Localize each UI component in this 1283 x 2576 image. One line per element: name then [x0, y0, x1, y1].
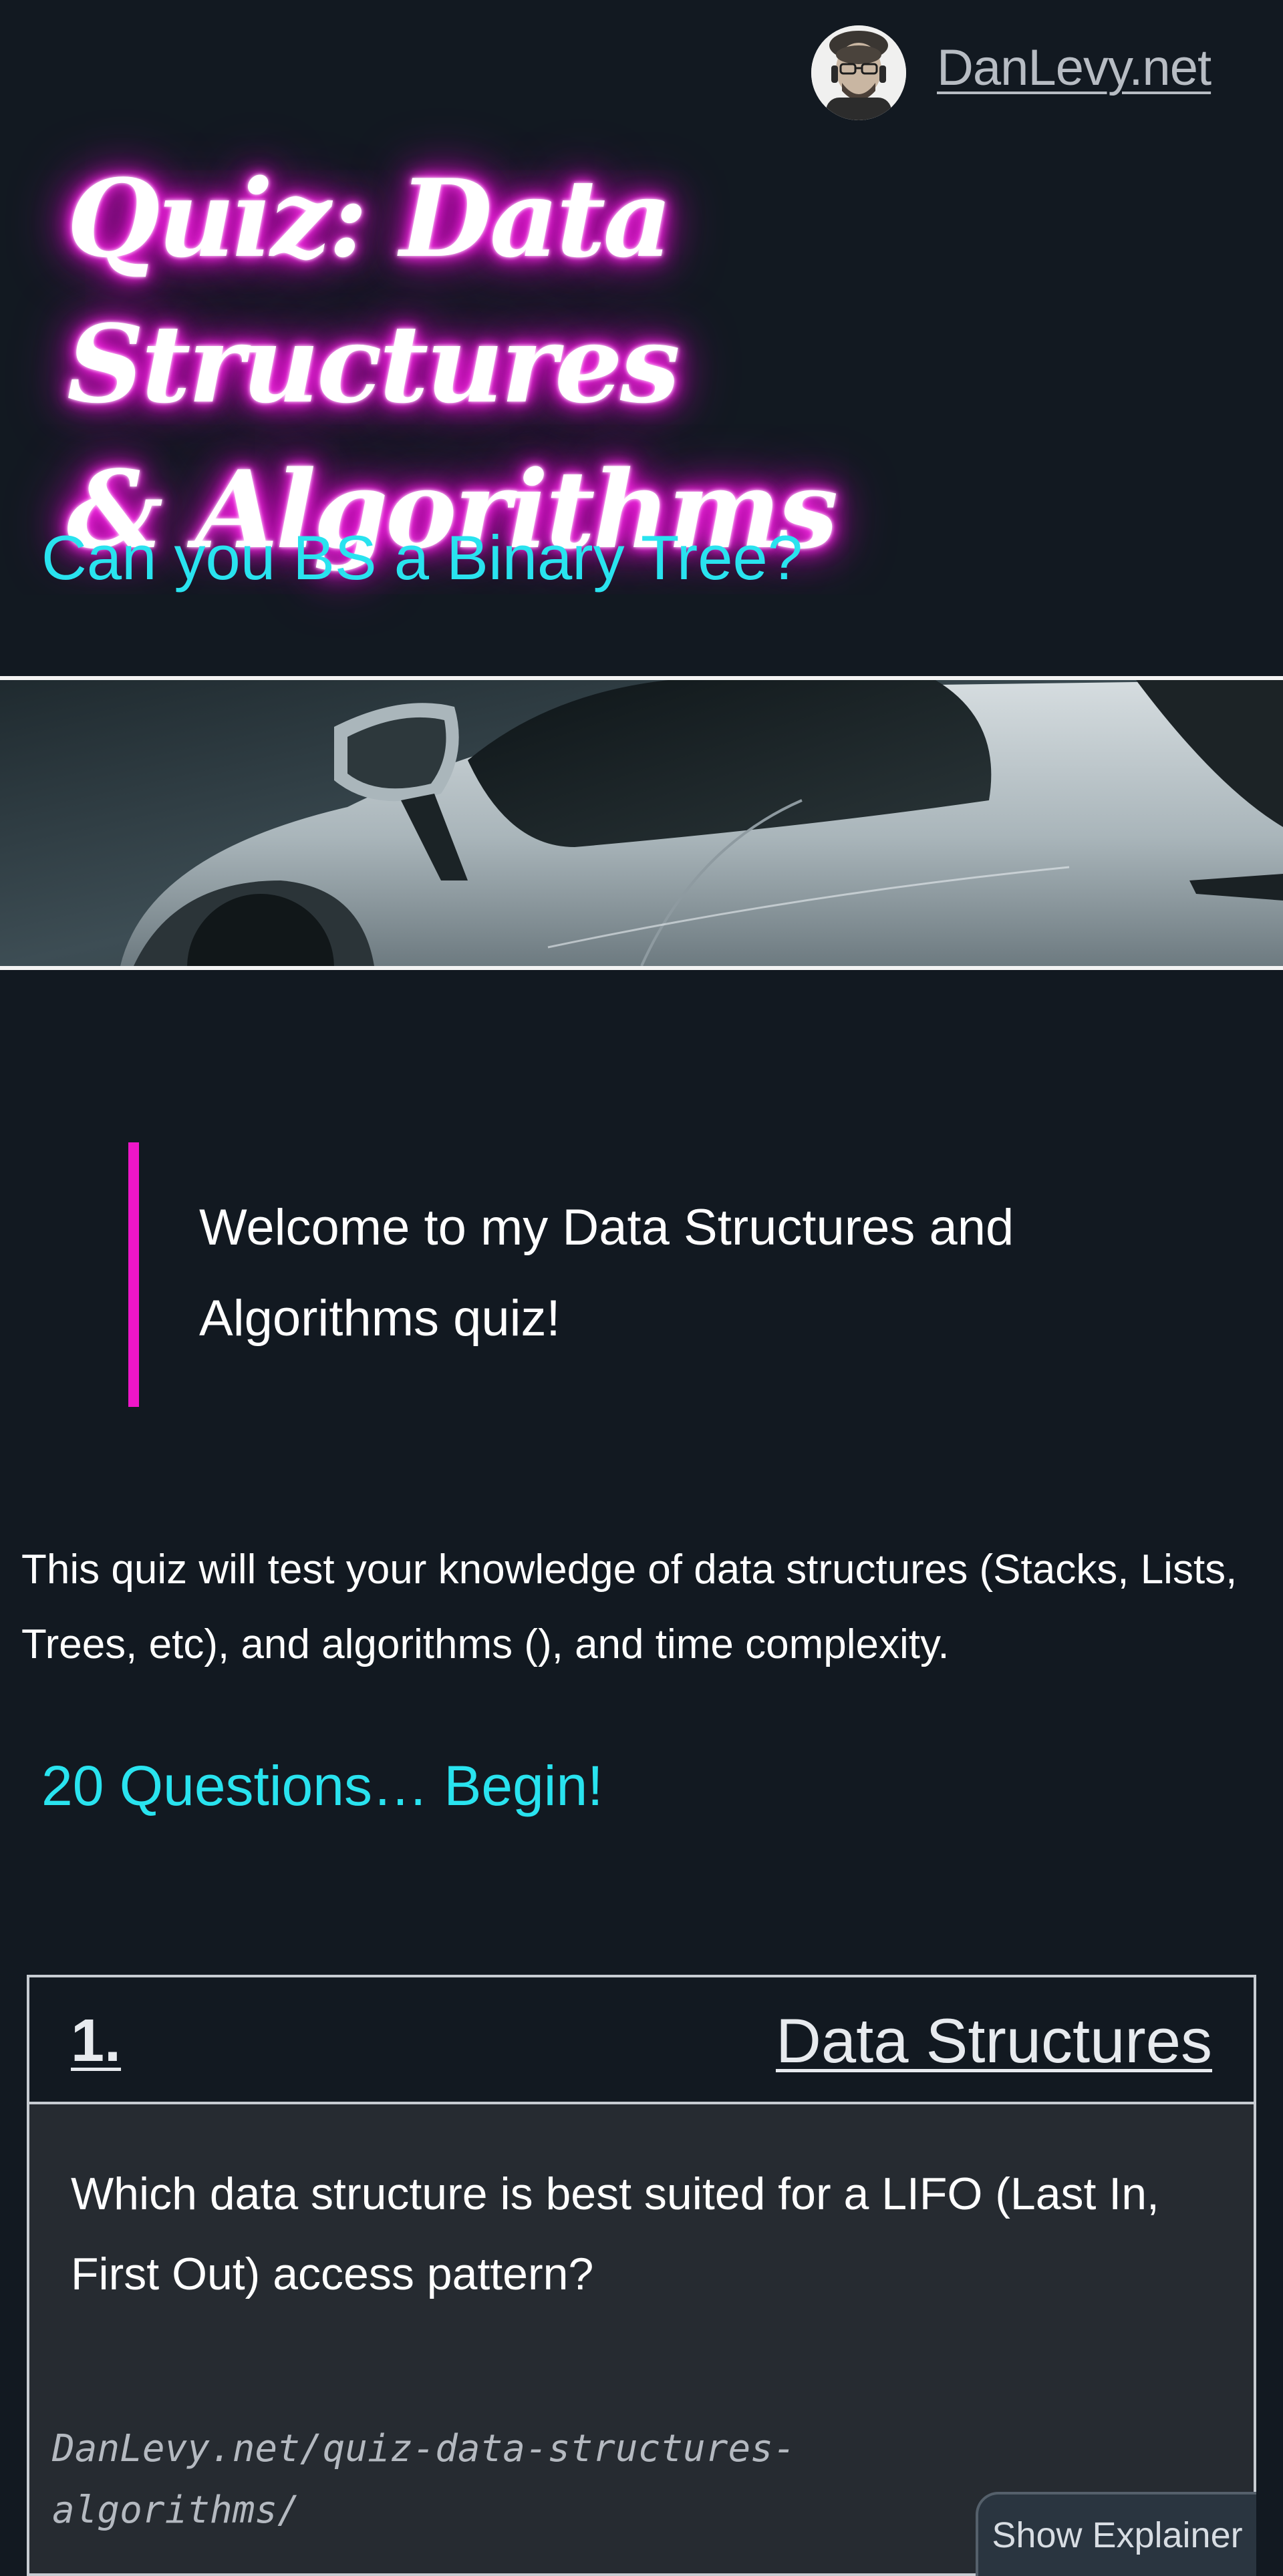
site-home-link[interactable]: DanLevy.net — [937, 35, 1211, 102]
welcome-blockquote: Welcome to my Data Structures and Algori… — [128, 1142, 1144, 1407]
sports-car-image — [0, 680, 1283, 966]
begin-quiz-link[interactable]: 20 Questions… Begin! — [41, 1742, 603, 1829]
hero-banner-image — [0, 676, 1283, 970]
question-card-body: Which data structure is best suited for … — [29, 2104, 1256, 2576]
show-explainer-button[interactable]: Show Explainer — [976, 2492, 1256, 2576]
quiz-description: This quiz will test your knowledge of da… — [21, 1547, 1238, 1667]
site-header: DanLevy.net — [0, 0, 1283, 154]
question-text: Which data structure is best suited for … — [71, 2168, 1159, 2299]
welcome-text: Welcome to my Data Structures and Algori… — [199, 1199, 1014, 1347]
question-url: DanLevy.net/quiz-data-structures-algorit… — [52, 2427, 796, 2532]
author-avatar[interactable] — [811, 25, 906, 120]
question-number-link[interactable]: 1. — [71, 2004, 121, 2078]
question-card: 1. Data Structures Which data structure … — [27, 1975, 1256, 2576]
question-category-link[interactable]: Data Structures — [776, 2004, 1212, 2078]
page-subtitle: Can you BS a Binary Tree? — [41, 522, 803, 593]
avatar-portrait-icon — [811, 25, 906, 120]
question-card-header: 1. Data Structures — [29, 1977, 1254, 2104]
page-title-line-1: Quiz: Data Structures — [67, 156, 680, 427]
